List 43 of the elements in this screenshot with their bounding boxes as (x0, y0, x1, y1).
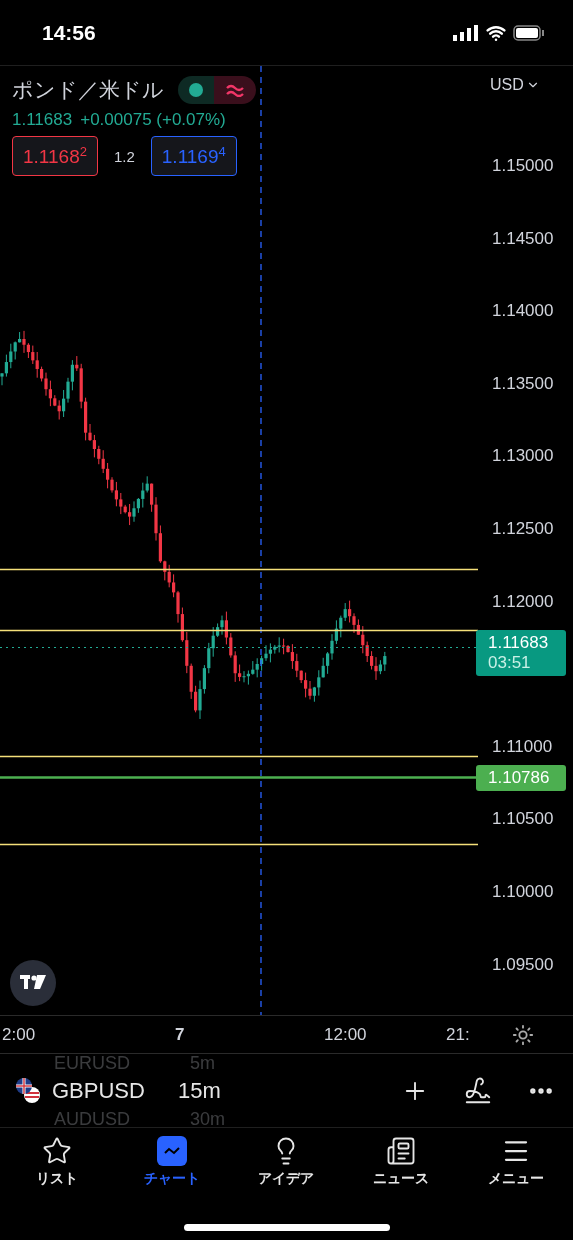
price-label: 1.14000 (492, 301, 554, 322)
time-label: 7 (175, 1024, 185, 1045)
wave-icon (226, 83, 244, 97)
battery-icon (513, 24, 545, 41)
price-label: 1.13500 (492, 373, 554, 394)
price-label: 1.12000 (492, 591, 554, 612)
nav-tab[interactable]: ニュース (351, 1136, 452, 1188)
chart-icon (156, 1136, 187, 1166)
market-status-toggle[interactable] (178, 76, 256, 104)
theme-icon[interactable] (512, 1023, 534, 1046)
price-label: 1.12500 (492, 519, 554, 539)
price-label: 1.14500 (492, 228, 554, 249)
currency-selector[interactable]: USD (490, 76, 540, 94)
clock: 14:56 (42, 20, 96, 45)
buy-price-button[interactable]: 1.1169$^{4}$ (150, 136, 237, 176)
price-label: 1.11000 (492, 736, 553, 757)
price-label: 1.09500 (492, 954, 554, 975)
nav-tab[interactable]: アイデア (236, 1136, 337, 1188)
alert-price-badge: 1.10786 (476, 764, 566, 791)
price-label: 1.10500 (492, 809, 554, 830)
newspaper-icon (386, 1136, 417, 1166)
nav-tab[interactable]: メニュー (465, 1136, 566, 1188)
price-label: 1.15000 (492, 156, 554, 176)
time-label: 21: (446, 1024, 470, 1045)
flags-icon (16, 1077, 42, 1104)
symbol-selector[interactable]: GBPUSD (42, 1077, 178, 1104)
nav-tab[interactable]: チャート (121, 1136, 222, 1188)
spread-value: 1.2 (113, 147, 135, 165)
time-label: 2:00 (2, 1024, 36, 1045)
nav-tab[interactable]: リスト (7, 1136, 108, 1188)
price-label: 1.10000 (492, 882, 554, 902)
interval-selector[interactable]: 15m (178, 1077, 221, 1104)
time-label: 12:00 (324, 1024, 367, 1045)
logo-icon[interactable] (10, 960, 56, 1006)
price-change: +0.00075 (+0.07%) (80, 110, 226, 130)
last-price: 1.11683 (12, 110, 73, 130)
last-price-badge: 1.11683 03:51 (476, 629, 566, 676)
signal-icon (453, 24, 479, 41)
symbol-title: ポンド／米ドル (12, 77, 164, 103)
pen-icon[interactable] (463, 1075, 493, 1106)
star-icon (42, 1136, 73, 1166)
price-label: 1.13000 (492, 446, 554, 467)
sell-price-button[interactable]: 1.1168$^{2}$ (12, 136, 98, 176)
